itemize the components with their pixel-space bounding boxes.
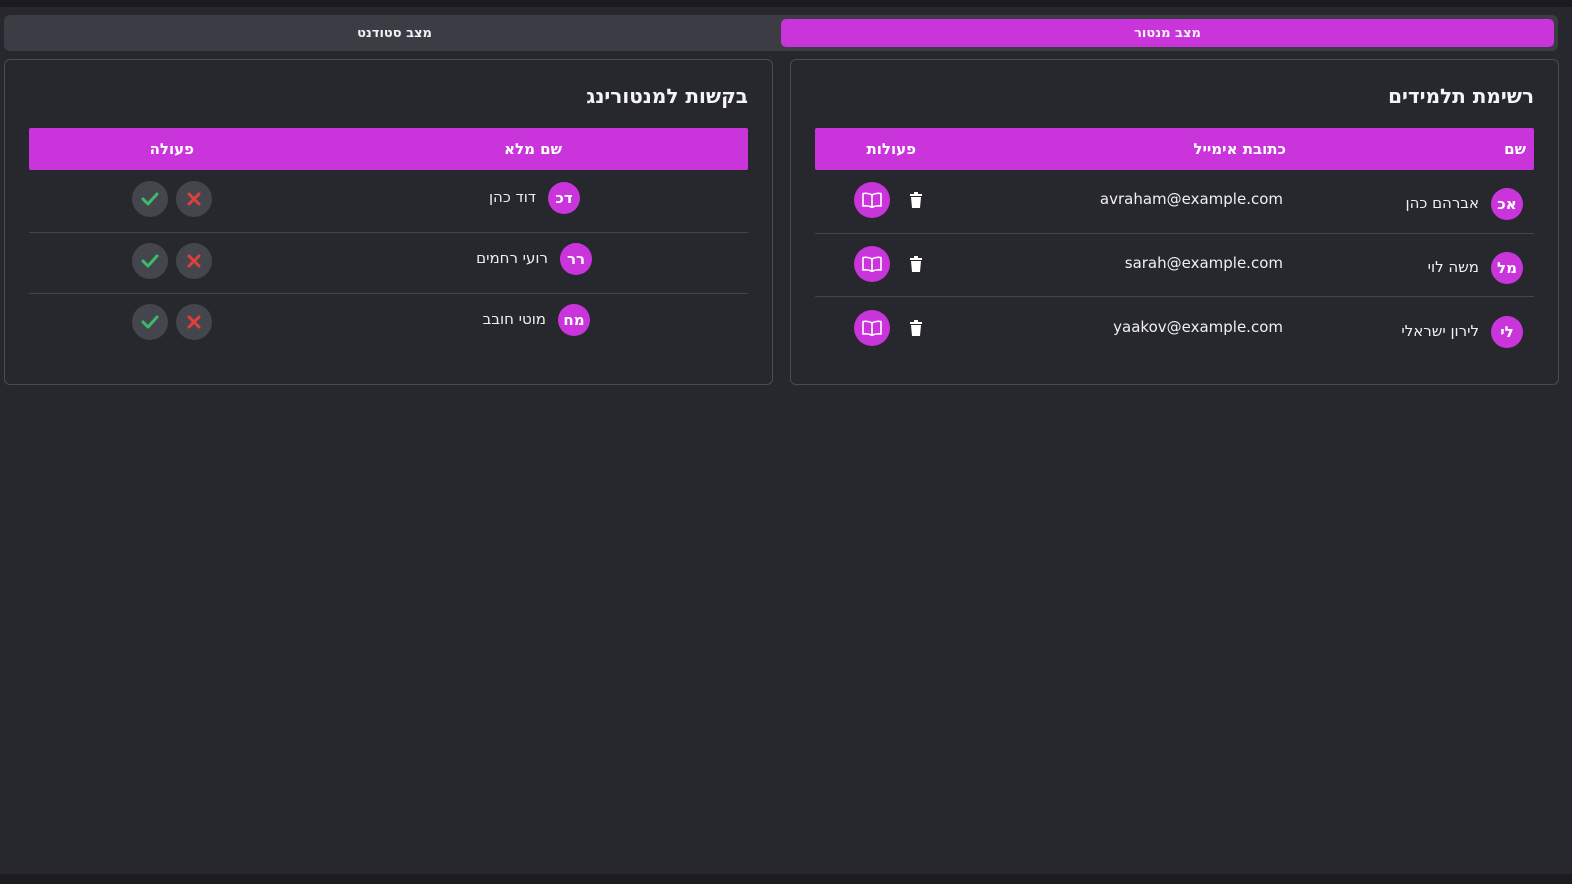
avatar: מח: [558, 304, 590, 336]
student-email: yaakov@example.com: [1113, 318, 1283, 336]
view-student-button[interactable]: [854, 246, 890, 282]
avatar: לי: [1491, 316, 1523, 348]
approve-request-button[interactable]: [132, 304, 168, 340]
student-row: אכ אברהם כהן avraham@example.com: [815, 171, 1534, 234]
student-name: לירון ישראלי: [1401, 322, 1479, 340]
window-top-strip: [0, 0, 1572, 7]
student-name: אברהם כהן: [1405, 194, 1479, 212]
open-book-icon: [862, 256, 882, 272]
tab-mentor-mode[interactable]: מצב מנטור: [781, 19, 1554, 47]
students-table-header: שם כתובת אימייל פעולות: [815, 128, 1534, 170]
open-book-icon: [862, 320, 882, 336]
view-student-button[interactable]: [854, 182, 890, 218]
request-row: רר רועי רחמים: [29, 231, 748, 294]
reject-request-button[interactable]: [176, 243, 212, 279]
requester-name: דוד כהן: [488, 188, 536, 206]
trash-icon: [910, 320, 922, 336]
delete-student-button[interactable]: [906, 190, 926, 210]
column-header-name: שם: [1504, 140, 1526, 158]
column-header-action: פעולה: [149, 140, 194, 158]
close-icon: [187, 254, 201, 268]
reject-request-button[interactable]: [176, 181, 212, 217]
trash-icon: [910, 192, 922, 208]
student-row: לי לירון ישראלי yaakov@example.com: [815, 298, 1534, 360]
column-header-full-name: שם מלא: [504, 140, 562, 158]
avatar: דכ: [548, 182, 580, 214]
delete-student-button[interactable]: [906, 318, 926, 338]
column-header-actions: פעולות: [866, 140, 916, 158]
student-row: מל משה לוי sarah@example.com: [815, 234, 1534, 297]
approve-request-button[interactable]: [132, 181, 168, 217]
reject-request-button[interactable]: [176, 304, 212, 340]
check-icon: [141, 254, 159, 268]
avatar: רר: [560, 243, 592, 275]
requester-name: מוטי חובב: [482, 310, 546, 328]
delete-student-button[interactable]: [906, 254, 926, 274]
requests-panel-title: בקשות למנטורינג: [586, 84, 748, 108]
tab-student-mode[interactable]: מצב סטודנט: [8, 19, 781, 47]
close-icon: [187, 192, 201, 206]
column-header-email: כתובת אימייל: [1193, 140, 1286, 158]
request-row: דכ דוד כהן: [29, 170, 748, 233]
requests-panel: בקשות למנטורינג שם מלא פעולה דכ דוד כהן …: [4, 59, 773, 385]
open-book-icon: [862, 192, 882, 208]
avatar: מל: [1491, 252, 1523, 284]
requests-table-header: שם מלא פעולה: [29, 128, 748, 170]
close-icon: [187, 315, 201, 329]
mode-switch: מצב סטודנט מצב מנטור: [4, 15, 1558, 51]
trash-icon: [910, 256, 922, 272]
requester-name: רועי רחמים: [476, 249, 548, 267]
students-panel-title: רשימת תלמידים: [1388, 84, 1534, 108]
student-name: משה לוי: [1427, 258, 1479, 276]
check-icon: [141, 192, 159, 206]
student-email: sarah@example.com: [1124, 254, 1283, 272]
student-email: avraham@example.com: [1099, 190, 1283, 208]
request-row: מח מוטי חובב: [29, 292, 748, 354]
students-panel: רשימת תלמידים שם כתובת אימייל פעולות אכ …: [790, 59, 1559, 385]
approve-request-button[interactable]: [132, 243, 168, 279]
view-student-button[interactable]: [854, 310, 890, 346]
avatar: אכ: [1491, 188, 1523, 220]
window-bottom-strip: [0, 874, 1572, 884]
check-icon: [141, 315, 159, 329]
